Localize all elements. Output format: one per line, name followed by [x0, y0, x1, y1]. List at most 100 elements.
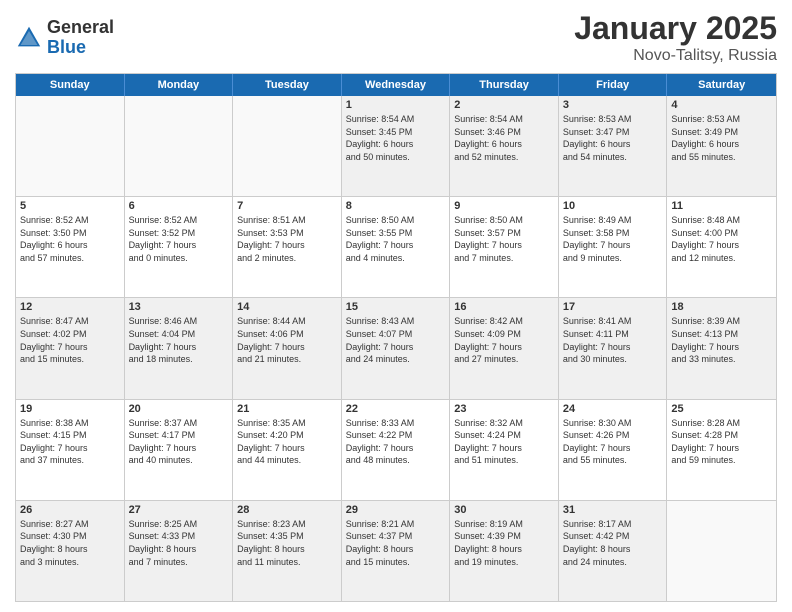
- title-location: Novo-Talitsy, Russia: [574, 47, 777, 65]
- logo: General Blue: [15, 18, 114, 58]
- title-month: January 2025: [574, 10, 777, 47]
- day-number: 1: [346, 99, 446, 111]
- cal-cell: 5Sunrise: 8:52 AM Sunset: 3:50 PM Daylig…: [16, 197, 125, 297]
- cal-cell: 10 Sunrise: 8:49 AM Sunset: 3:58 PM Dayli…: [559, 197, 668, 297]
- cal-cell: 29 Sunrise: 8:21 AM Sunset: 4:37 PM Dayli…: [342, 501, 451, 601]
- day-number: 25: [671, 403, 772, 415]
- cell-info: Sunrise: 8:23 AM Sunset: 4:35 PM Dayligh…: [237, 518, 337, 568]
- cell-info: Sunrise: 8:44 AM Sunset: 4:06 PM Dayligh…: [237, 315, 337, 365]
- cell-info: Sunrise: 8:47 AM Sunset: 4:02 PM Dayligh…: [20, 315, 120, 365]
- cell-info: Sunrise: 8:46 AM Sunset: 4:04 PM Dayligh…: [129, 315, 229, 365]
- day-number: 21: [237, 403, 337, 415]
- day-number: 13: [129, 301, 229, 313]
- cal-cell: 19 Sunrise: 8:38 AM Sunset: 4:15 PM Dayli…: [16, 400, 125, 500]
- day-number: 19: [20, 403, 120, 415]
- cell-info: Sunrise: 8:54 AM Sunset: 3:45 PM Dayligh…: [346, 113, 446, 163]
- cal-cell: 23 Sunrise: 8:32 AM Sunset: 4:24 PM Dayli…: [450, 400, 559, 500]
- cell-info: Sunrise: 8:17 AM Sunset: 4:42 PM Dayligh…: [563, 518, 663, 568]
- week-row-3: 19 Sunrise: 8:38 AM Sunset: 4:15 PM Dayli…: [16, 400, 776, 501]
- title-block: January 2025 Novo-Talitsy, Russia: [574, 10, 777, 65]
- cell-info: Sunrise: 8:53 AM Sunset: 3:47 PM Dayligh…: [563, 113, 663, 163]
- cal-cell: 12 Sunrise: 8:47 AM Sunset: 4:02 PM Dayli…: [16, 298, 125, 398]
- week-row-4: 26 Sunrise: 8:27 AM Sunset: 4:30 PM Dayli…: [16, 501, 776, 601]
- cell-info: Sunrise: 8:49 AM Sunset: 3:58 PM Dayligh…: [563, 214, 663, 264]
- week-row-2: 12 Sunrise: 8:47 AM Sunset: 4:02 PM Dayli…: [16, 298, 776, 399]
- calendar-header: SundayMondayTuesdayWednesdayThursdayFrid…: [16, 74, 776, 96]
- cal-cell: 2 Sunrise: 8:54 AM Sunset: 3:46 PM Daylig…: [450, 96, 559, 196]
- day-number: 8: [346, 200, 446, 212]
- day-number: 9: [454, 200, 554, 212]
- cell-info: Sunrise: 8:51 AM Sunset: 3:53 PM Dayligh…: [237, 214, 337, 264]
- logo-general: General: [47, 18, 114, 38]
- cell-info: Sunrise: 8:52 AM Sunset: 3:52 PM Dayligh…: [129, 214, 229, 264]
- cal-cell: 22Sunrise: 8:33 AM Sunset: 4:22 PM Dayli…: [342, 400, 451, 500]
- cal-cell: [233, 96, 342, 196]
- day-number: 7: [237, 200, 337, 212]
- day-number: 6: [129, 200, 229, 212]
- cal-cell: 3Sunrise: 8:53 AM Sunset: 3:47 PM Daylig…: [559, 96, 668, 196]
- cell-info: Sunrise: 8:32 AM Sunset: 4:24 PM Dayligh…: [454, 417, 554, 467]
- day-number: 23: [454, 403, 554, 415]
- cell-info: Sunrise: 8:48 AM Sunset: 4:00 PM Dayligh…: [671, 214, 772, 264]
- cal-cell: 8 Sunrise: 8:50 AM Sunset: 3:55 PM Daylig…: [342, 197, 451, 297]
- day-number: 4: [671, 99, 772, 111]
- cell-info: Sunrise: 8:42 AM Sunset: 4:09 PM Dayligh…: [454, 315, 554, 365]
- cell-info: Sunrise: 8:54 AM Sunset: 3:46 PM Dayligh…: [454, 113, 554, 163]
- day-number: 26: [20, 504, 120, 516]
- day-number: 30: [454, 504, 554, 516]
- cal-cell: [667, 501, 776, 601]
- cell-info: Sunrise: 8:27 AM Sunset: 4:30 PM Dayligh…: [20, 518, 120, 568]
- cal-cell: 6 Sunrise: 8:52 AM Sunset: 3:52 PM Daylig…: [125, 197, 234, 297]
- logo-text: General Blue: [47, 18, 114, 58]
- cell-info: Sunrise: 8:39 AM Sunset: 4:13 PM Dayligh…: [671, 315, 772, 365]
- header-day-saturday: Saturday: [667, 74, 776, 96]
- cal-cell: 31 Sunrise: 8:17 AM Sunset: 4:42 PM Dayli…: [559, 501, 668, 601]
- day-number: 10: [563, 200, 663, 212]
- cal-cell: 27Sunrise: 8:25 AM Sunset: 4:33 PM Dayli…: [125, 501, 234, 601]
- week-row-0: 1 Sunrise: 8:54 AM Sunset: 3:45 PM Daylig…: [16, 96, 776, 197]
- day-number: 18: [671, 301, 772, 313]
- cal-cell: 13 Sunrise: 8:46 AM Sunset: 4:04 PM Dayli…: [125, 298, 234, 398]
- cal-cell: [16, 96, 125, 196]
- cal-cell: 1 Sunrise: 8:54 AM Sunset: 3:45 PM Daylig…: [342, 96, 451, 196]
- cal-cell: 9 Sunrise: 8:50 AM Sunset: 3:57 PM Daylig…: [450, 197, 559, 297]
- cal-cell: [125, 96, 234, 196]
- logo-blue: Blue: [47, 38, 114, 58]
- header: General Blue January 2025 Novo-Talitsy, …: [15, 10, 777, 65]
- logo-icon: [15, 24, 43, 52]
- cell-info: Sunrise: 8:19 AM Sunset: 4:39 PM Dayligh…: [454, 518, 554, 568]
- day-number: 12: [20, 301, 120, 313]
- day-number: 31: [563, 504, 663, 516]
- cal-cell: 24Sunrise: 8:30 AM Sunset: 4:26 PM Dayli…: [559, 400, 668, 500]
- day-number: 17: [563, 301, 663, 313]
- day-number: 11: [671, 200, 772, 212]
- page: General Blue January 2025 Novo-Talitsy, …: [0, 0, 792, 612]
- header-day-tuesday: Tuesday: [233, 74, 342, 96]
- cell-info: Sunrise: 8:35 AM Sunset: 4:20 PM Dayligh…: [237, 417, 337, 467]
- cell-info: Sunrise: 8:50 AM Sunset: 3:55 PM Dayligh…: [346, 214, 446, 264]
- cell-info: Sunrise: 8:38 AM Sunset: 4:15 PM Dayligh…: [20, 417, 120, 467]
- cal-cell: 15 Sunrise: 8:43 AM Sunset: 4:07 PM Dayli…: [342, 298, 451, 398]
- cal-cell: 17Sunrise: 8:41 AM Sunset: 4:11 PM Dayli…: [559, 298, 668, 398]
- week-row-1: 5Sunrise: 8:52 AM Sunset: 3:50 PM Daylig…: [16, 197, 776, 298]
- day-number: 5: [20, 200, 120, 212]
- day-number: 2: [454, 99, 554, 111]
- cell-info: Sunrise: 8:21 AM Sunset: 4:37 PM Dayligh…: [346, 518, 446, 568]
- day-number: 20: [129, 403, 229, 415]
- header-day-wednesday: Wednesday: [342, 74, 451, 96]
- day-number: 15: [346, 301, 446, 313]
- day-number: 14: [237, 301, 337, 313]
- cell-info: Sunrise: 8:33 AM Sunset: 4:22 PM Dayligh…: [346, 417, 446, 467]
- cal-cell: 7 Sunrise: 8:51 AM Sunset: 3:53 PM Daylig…: [233, 197, 342, 297]
- cal-cell: 21 Sunrise: 8:35 AM Sunset: 4:20 PM Dayli…: [233, 400, 342, 500]
- cell-info: Sunrise: 8:50 AM Sunset: 3:57 PM Dayligh…: [454, 214, 554, 264]
- cal-cell: 18 Sunrise: 8:39 AM Sunset: 4:13 PM Dayli…: [667, 298, 776, 398]
- cal-cell: 25Sunrise: 8:28 AM Sunset: 4:28 PM Dayli…: [667, 400, 776, 500]
- day-number: 29: [346, 504, 446, 516]
- day-number: 24: [563, 403, 663, 415]
- cell-info: Sunrise: 8:53 AM Sunset: 3:49 PM Dayligh…: [671, 113, 772, 163]
- cal-cell: 14 Sunrise: 8:44 AM Sunset: 4:06 PM Dayli…: [233, 298, 342, 398]
- calendar-body: 1 Sunrise: 8:54 AM Sunset: 3:45 PM Daylig…: [16, 96, 776, 601]
- day-number: 27: [129, 504, 229, 516]
- cell-info: Sunrise: 8:43 AM Sunset: 4:07 PM Dayligh…: [346, 315, 446, 365]
